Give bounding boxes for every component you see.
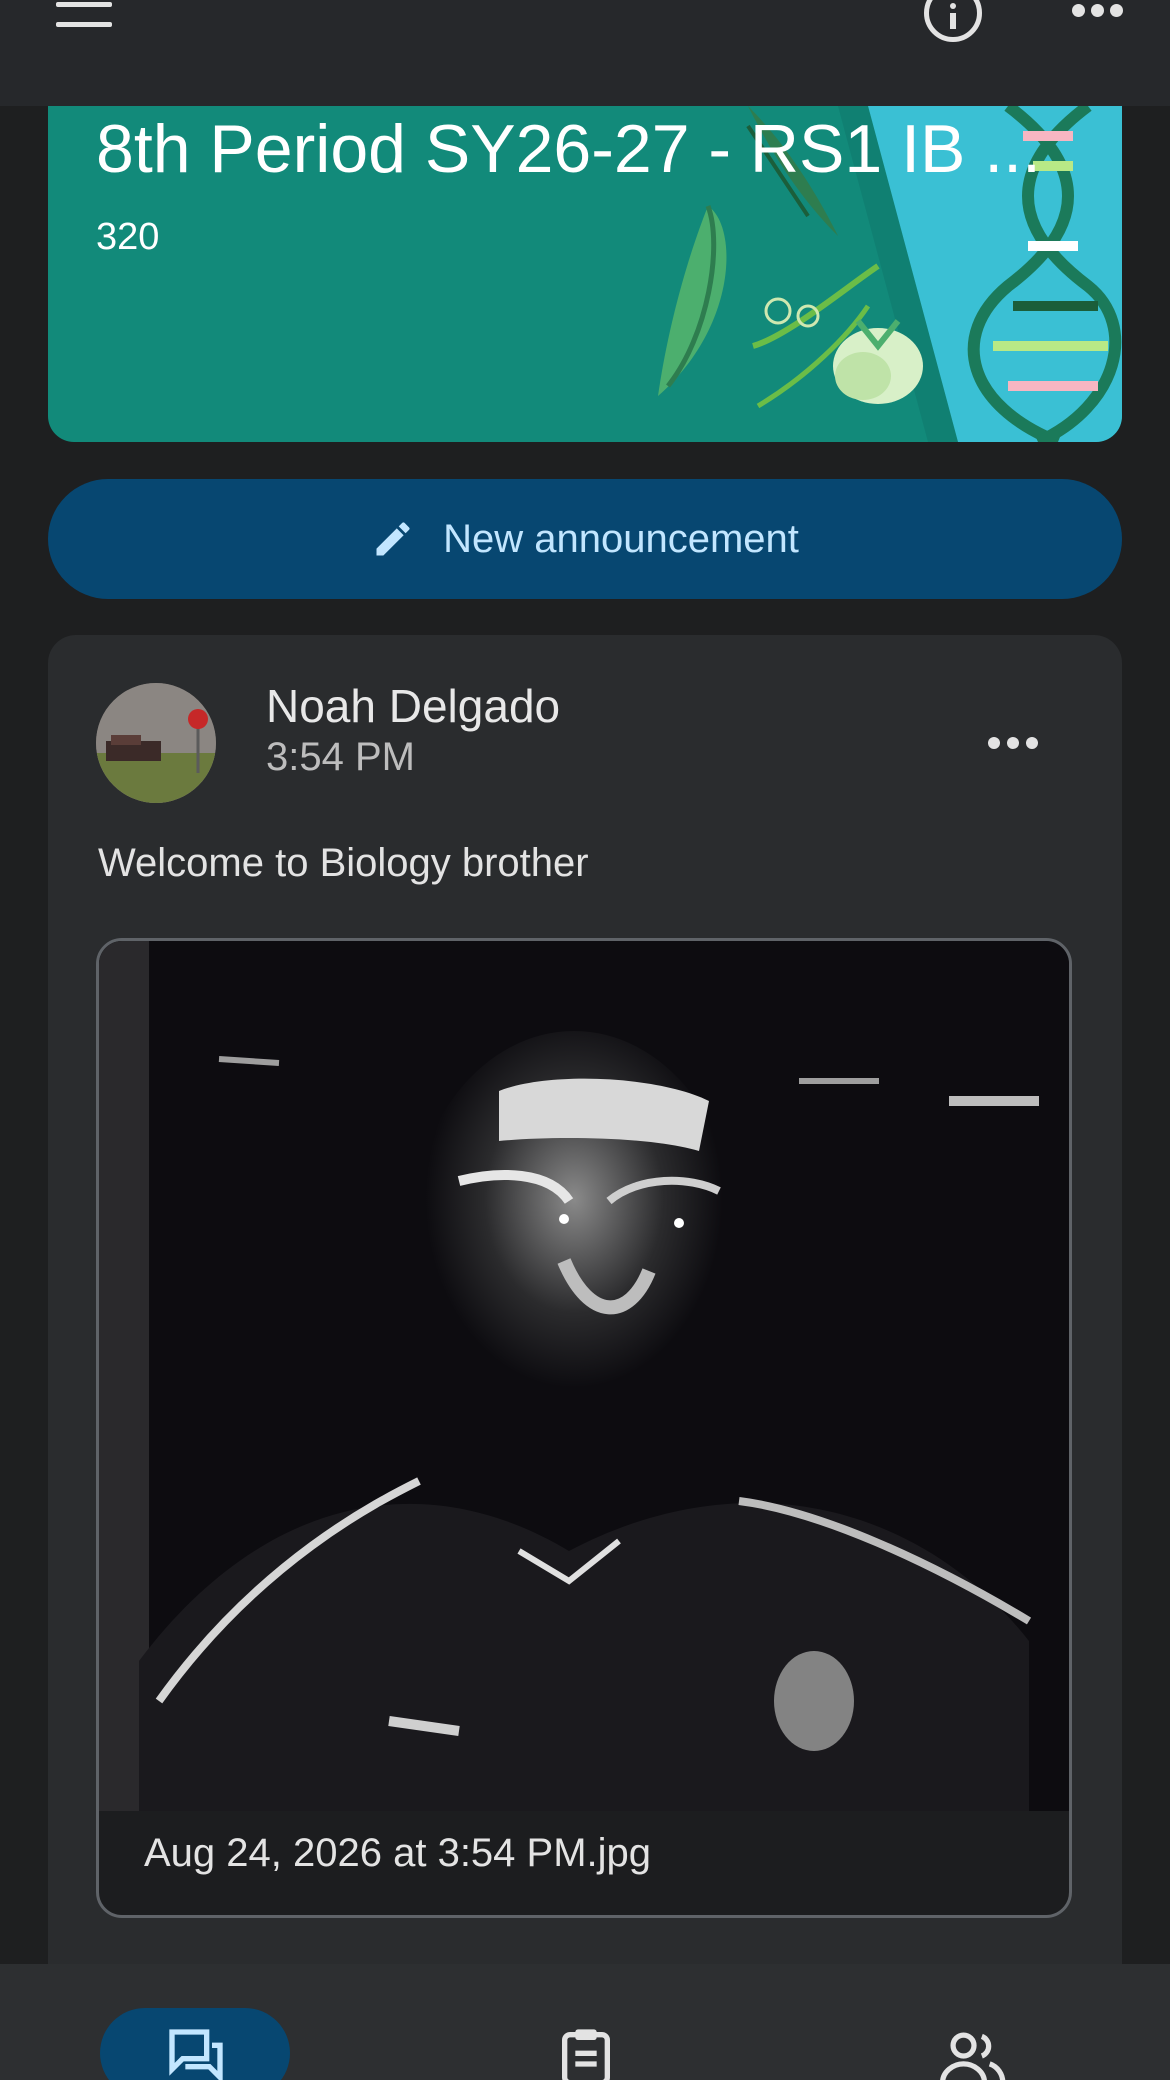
nav-item-stream[interactable] — [100, 2008, 290, 2080]
classwork-clipboard-icon — [562, 2029, 610, 2080]
attachment-filename: Aug 24, 2026 at 3:54 PM.jpg — [144, 1831, 652, 1875]
avatar[interactable] — [96, 683, 216, 803]
stream-chat-icon — [169, 2029, 223, 2080]
post-more-icon[interactable] — [988, 737, 1040, 751]
announcement-post: Noah Delgado 3:54 PM Welcome to Biology … — [48, 635, 1122, 2080]
image-attachment[interactable]: Aug 24, 2026 at 3:54 PM.jpg — [96, 938, 1072, 1918]
post-text: Welcome to Biology brother — [98, 841, 589, 885]
classroom-stream-page: 8th Period SY26-27 - RS1 IB ... 320 New … — [0, 0, 1170, 2080]
more-horiz-icon[interactable] — [1072, 4, 1124, 18]
new-announcement-button[interactable]: New announcement — [48, 479, 1122, 599]
new-announcement-label: New announcement — [443, 516, 799, 561]
attachment-image — [99, 941, 1069, 1811]
info-icon[interactable] — [924, 0, 982, 42]
class-title: 8th Period SY26-27 - RS1 IB ... — [96, 111, 1041, 187]
pencil-icon — [376, 522, 410, 556]
hamburger-menu-icon[interactable] — [56, 0, 112, 30]
nav-item-people[interactable] — [934, 2024, 1014, 2080]
bottom-navigation — [0, 1964, 1170, 2080]
post-time: 3:54 PM — [266, 735, 415, 779]
nav-item-classwork[interactable] — [548, 2024, 624, 2080]
top-app-bar — [0, 0, 1170, 106]
class-room: 320 — [96, 216, 160, 258]
class-banner[interactable]: 8th Period SY26-27 - RS1 IB ... 320 — [48, 106, 1122, 442]
post-author: Noah Delgado — [266, 680, 561, 732]
people-icon — [940, 2032, 1006, 2080]
